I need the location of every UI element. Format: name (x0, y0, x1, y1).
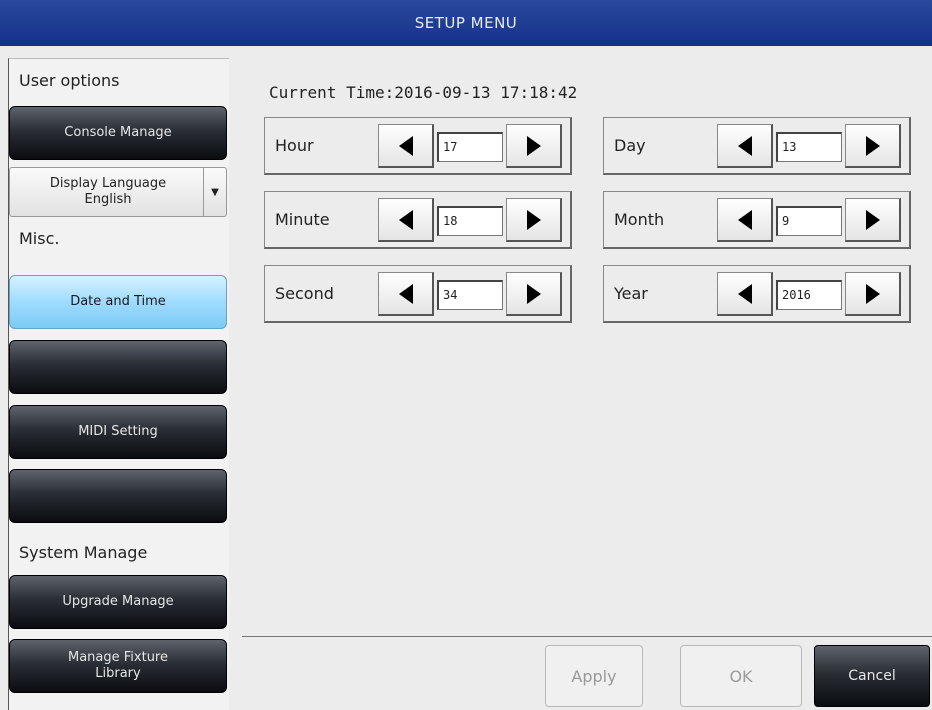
second-label: Second (275, 284, 334, 303)
left-triangle-icon (398, 283, 413, 304)
month-input[interactable]: 9 (776, 206, 842, 236)
date-and-time-button[interactable]: Date and Time (9, 275, 227, 329)
manage-fixture-library-button[interactable]: Manage Fixture Library (9, 639, 227, 693)
display-language-dropdown[interactable]: Display Language English ▼ (9, 167, 227, 217)
minute-increment-button[interactable] (506, 198, 562, 242)
second-row: Second 34 (264, 265, 572, 323)
month-decrement-button[interactable] (717, 198, 773, 242)
hour-label: Hour (275, 136, 314, 155)
second-input[interactable]: 34 (437, 280, 503, 310)
year-input[interactable]: 2016 (776, 280, 842, 310)
right-triangle-icon (865, 209, 880, 230)
month-label: Month (614, 210, 665, 229)
window-title: SETUP MENU (0, 0, 932, 46)
upgrade-manage-button[interactable]: Upgrade Manage (9, 575, 227, 629)
section-label-misc: Misc. (19, 229, 60, 248)
display-language-text: Display Language English (10, 176, 206, 208)
section-label-system-manage: System Manage (19, 543, 148, 562)
minute-row: Minute 18 (264, 191, 572, 249)
current-time: Current Time:2016-09-13 17:18:42 (269, 83, 578, 102)
day-label: Day (614, 136, 646, 155)
console-manage-button[interactable]: Console Manage (9, 106, 227, 160)
hour-increment-button[interactable] (506, 124, 562, 168)
right-triangle-icon (526, 135, 541, 156)
minute-decrement-button[interactable] (378, 198, 434, 242)
date-time-panel: Current Time:2016-09-13 17:18:42 Hour 17… (242, 58, 932, 636)
year-label: Year (614, 284, 648, 303)
blank-button-1[interactable] (9, 340, 227, 394)
ok-button[interactable]: OK (680, 645, 802, 707)
day-increment-button[interactable] (845, 124, 901, 168)
left-triangle-icon (737, 135, 752, 156)
manage-fixture-library-line1: Manage Fixture (67, 650, 168, 665)
year-increment-button[interactable] (845, 272, 901, 316)
right-triangle-icon (526, 209, 541, 230)
display-language-value: English (84, 192, 132, 207)
footer-divider (242, 636, 932, 637)
left-triangle-icon (398, 135, 413, 156)
minute-label: Minute (275, 210, 330, 229)
year-row: Year 2016 (603, 265, 911, 323)
blank-button-2[interactable] (9, 469, 227, 523)
day-row: Day 13 (603, 117, 911, 175)
section-label-user-options: User options (19, 71, 120, 90)
month-row: Month 9 (603, 191, 911, 249)
hour-input[interactable]: 17 (437, 132, 503, 162)
day-decrement-button[interactable] (717, 124, 773, 168)
display-language-title: Display Language (49, 176, 167, 191)
right-triangle-icon (865, 283, 880, 304)
manage-fixture-library-line2: Library (95, 666, 141, 681)
hour-row: Hour 17 (264, 117, 572, 175)
left-triangle-icon (398, 209, 413, 230)
cancel-button[interactable]: Cancel (814, 645, 930, 707)
right-triangle-icon (526, 283, 541, 304)
second-decrement-button[interactable] (378, 272, 434, 316)
month-increment-button[interactable] (845, 198, 901, 242)
caret-down-icon[interactable]: ▼ (203, 168, 226, 216)
left-triangle-icon (737, 283, 752, 304)
year-decrement-button[interactable] (717, 272, 773, 316)
sidebar: User options Console Manage Display Lang… (8, 58, 229, 710)
hour-decrement-button[interactable] (378, 124, 434, 168)
right-triangle-icon (865, 135, 880, 156)
minute-input[interactable]: 18 (437, 206, 503, 236)
midi-setting-button[interactable]: MIDI Setting (9, 405, 227, 459)
day-input[interactable]: 13 (776, 132, 842, 162)
left-triangle-icon (737, 209, 752, 230)
apply-button[interactable]: Apply (545, 645, 643, 707)
second-increment-button[interactable] (506, 272, 562, 316)
